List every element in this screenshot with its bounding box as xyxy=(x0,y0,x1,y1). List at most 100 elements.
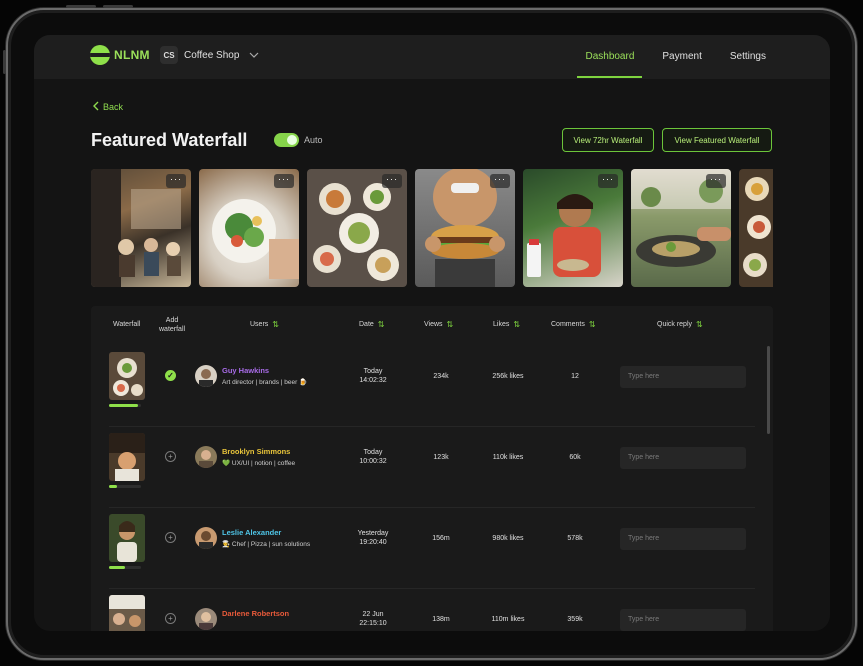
shop-badge: CS xyxy=(160,46,178,64)
more-horizontal-icon[interactable]: ··· xyxy=(598,174,618,188)
avatar xyxy=(195,365,217,387)
user-name[interactable]: Brooklyn Simmons xyxy=(222,447,290,456)
user-bio: Art director | brands | beer 🍺 xyxy=(222,379,308,386)
waterfall-thumbnail[interactable] xyxy=(109,433,145,481)
more-horizontal-icon[interactable]: ··· xyxy=(274,174,294,188)
plus-circle-icon[interactable]: + xyxy=(165,451,176,462)
table-row[interactable]: + Darlene Robertson 22 Jun 22:15:10 138m… xyxy=(91,589,773,631)
view-72hr-waterfall-button[interactable]: View 72hr Waterfall xyxy=(562,128,654,152)
header-date[interactable]: Date ⇅ xyxy=(359,320,385,329)
comments-value: 578k xyxy=(567,535,583,542)
check-circle-icon[interactable]: ✓ xyxy=(165,370,176,381)
more-horizontal-icon[interactable]: ··· xyxy=(490,174,510,188)
views-value: 234k xyxy=(433,373,449,380)
comments-value: 359k xyxy=(567,616,583,623)
waterfall-table: Waterfall Add waterfall Users ⇅ Date ⇅ V… xyxy=(91,306,773,631)
progress-fill xyxy=(109,485,117,488)
user-bio: 👨‍🍳 Chef | Pizza | sun solutions xyxy=(222,541,311,548)
date-day: Yesterday xyxy=(357,530,389,537)
sort-arrows-icon[interactable]: ⇅ xyxy=(589,320,596,329)
header-comments-label: Comments xyxy=(551,321,585,328)
quick-reply-input[interactable]: Type here xyxy=(620,528,746,550)
date-time: 19:20:40 xyxy=(359,539,387,546)
progress-fill xyxy=(109,566,125,569)
auto-label: Auto xyxy=(304,135,323,145)
user-name[interactable]: Guy Hawkins xyxy=(222,366,269,375)
waterfall-progress xyxy=(109,404,141,407)
sort-arrows-icon[interactable]: ⇅ xyxy=(272,320,279,329)
date-time: 10:00:32 xyxy=(359,458,387,465)
more-horizontal-icon[interactable]: ··· xyxy=(706,174,726,188)
back-link[interactable]: Back xyxy=(92,101,123,113)
header-views[interactable]: Views ⇅ xyxy=(424,320,453,329)
date-day: Today xyxy=(363,368,383,375)
waterfall-thumbnail[interactable] xyxy=(109,514,145,562)
page-title: Featured Waterfall xyxy=(91,130,248,150)
featured-photo[interactable]: ··· xyxy=(523,169,623,287)
avatar xyxy=(195,446,217,468)
featured-photo[interactable]: ··· xyxy=(199,169,299,287)
comments-value: 60k xyxy=(569,454,581,461)
header-users-label: Users xyxy=(250,321,269,328)
quick-reply-input[interactable]: Type here xyxy=(620,366,746,388)
user-bio: 💚 UX/UI | notion | coffee xyxy=(222,460,296,467)
header-users[interactable]: Users ⇅ xyxy=(250,320,279,329)
main-nav: Dashboard Payment Settings xyxy=(577,35,766,79)
waterfall-progress xyxy=(109,485,141,488)
user-name[interactable]: Leslie Alexander xyxy=(222,528,281,537)
device-button xyxy=(3,50,6,74)
header-quick-reply-label: Quick reply xyxy=(657,321,693,328)
quick-reply-input[interactable]: Type here xyxy=(620,447,746,469)
auto-toggle[interactable] xyxy=(274,133,299,147)
header-date-label: Date xyxy=(359,321,374,328)
quick-reply-input[interactable]: Type here xyxy=(620,609,746,631)
sort-arrows-icon[interactable]: ⇅ xyxy=(378,320,385,329)
back-label: Back xyxy=(103,102,124,112)
logo-text: NLNM xyxy=(114,48,150,62)
user-name[interactable]: Darlene Robertson xyxy=(222,609,289,618)
shop-selector[interactable]: CS Coffee Shop xyxy=(160,46,259,64)
views-value: 138m xyxy=(432,616,450,623)
date-day: 22 Jun xyxy=(362,611,384,618)
featured-photo[interactable] xyxy=(739,169,773,287)
table-row[interactable]: + Brooklyn Simmons 💚 UX/UI | notion | co… xyxy=(91,427,773,507)
sort-arrows-icon[interactable]: ⇅ xyxy=(696,320,703,329)
table-scrollbar[interactable] xyxy=(767,346,770,434)
shop-name: Coffee Shop xyxy=(184,49,240,61)
date-time: 14:02:32 xyxy=(359,377,387,384)
app-logo[interactable]: NLNM xyxy=(90,45,150,65)
featured-photo[interactable]: ··· xyxy=(631,169,731,287)
header-likes-label: Likes xyxy=(493,321,510,328)
table-row[interactable]: + Leslie Alexander 👨‍🍳 Chef | Pizza | su… xyxy=(91,508,773,588)
featured-photo[interactable]: ··· xyxy=(91,169,191,287)
comments-value: 12 xyxy=(571,373,579,380)
featured-photo[interactable]: ··· xyxy=(307,169,407,287)
header-quick-reply[interactable]: Quick reply ⇅ xyxy=(657,320,703,329)
plus-circle-icon[interactable]: + xyxy=(165,613,176,624)
sort-arrows-icon[interactable]: ⇅ xyxy=(513,320,520,329)
logo-icon xyxy=(90,45,110,65)
waterfall-thumbnail[interactable] xyxy=(109,595,145,631)
view-featured-waterfall-button[interactable]: View Featured Waterfall xyxy=(662,128,772,152)
date-time: 22:15:10 xyxy=(359,620,387,627)
plus-circle-icon[interactable]: + xyxy=(165,532,176,543)
waterfall-progress xyxy=(109,566,141,569)
nav-settings[interactable]: Settings xyxy=(730,35,766,79)
header-likes[interactable]: Likes ⇅ xyxy=(493,320,520,329)
nav-dashboard[interactable]: Dashboard xyxy=(577,35,643,79)
nav-payment[interactable]: Payment xyxy=(662,35,701,79)
app-screen: NLNM CS Coffee Shop Dashboard Payment Se… xyxy=(34,35,830,631)
sort-arrows-icon[interactable]: ⇅ xyxy=(447,320,454,329)
likes-value: 110k likes xyxy=(492,454,524,461)
waterfall-thumbnail[interactable] xyxy=(109,352,145,400)
likes-value: 110m likes xyxy=(491,616,525,623)
header-comments[interactable]: Comments ⇅ xyxy=(551,320,596,329)
more-horizontal-icon[interactable]: ··· xyxy=(166,174,186,188)
table-row[interactable]: ✓ Guy Hawkins Art director | brands | be… xyxy=(91,346,773,426)
avatar xyxy=(195,527,217,549)
avatar xyxy=(195,608,217,630)
more-horizontal-icon[interactable]: ··· xyxy=(382,174,402,188)
featured-photo[interactable]: ··· xyxy=(415,169,515,287)
chevron-left-icon xyxy=(92,101,99,113)
header-add-waterfall-label: Add waterfall xyxy=(159,317,186,333)
